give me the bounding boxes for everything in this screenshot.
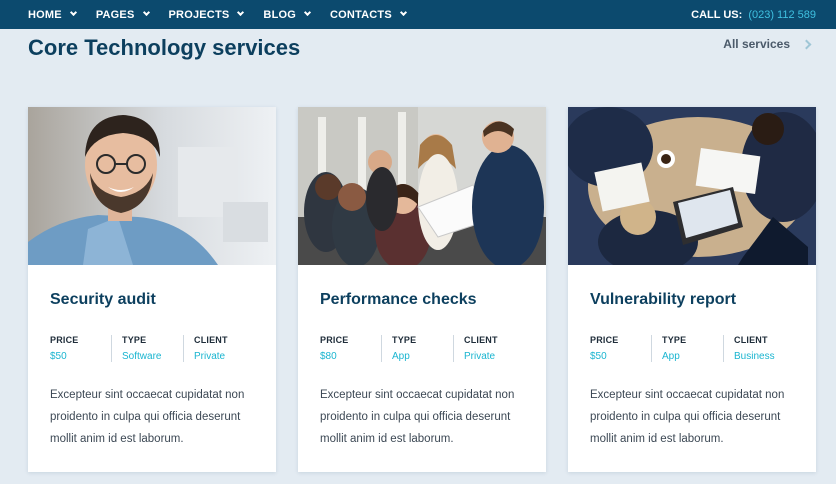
- nav-menu: HOME PAGES PROJECTS BLOG CONTACTS: [0, 0, 426, 29]
- type-value: App: [392, 351, 410, 362]
- type-value: Software: [122, 351, 162, 362]
- meta-price: PRICE $50: [590, 335, 651, 362]
- service-card-vulnerability-report: Vulnerability report PRICE $50 TYPE App …: [568, 107, 816, 472]
- nav-item-pages[interactable]: PAGES: [95, 8, 150, 21]
- type-label: TYPE: [122, 335, 147, 345]
- price-label: PRICE: [320, 335, 349, 345]
- price-value: $80: [320, 351, 337, 362]
- chevron-down-icon: [237, 8, 245, 17]
- price-label: PRICE: [50, 335, 79, 345]
- section-title: Core Technology services: [28, 35, 301, 60]
- meta-client: CLIENT Business: [723, 335, 785, 362]
- type-label: TYPE: [662, 335, 687, 345]
- call-us-label: CALL US:: [691, 8, 743, 21]
- meta-price: PRICE $50: [50, 335, 111, 362]
- service-card-performance-checks: Performance checks PRICE $80 TYPE App CL…: [298, 107, 546, 472]
- price-label: PRICE: [590, 335, 619, 345]
- client-value: Private: [194, 351, 226, 362]
- client-value: Private: [464, 351, 496, 362]
- card-title[interactable]: Performance checks: [320, 291, 477, 309]
- meta-client: CLIENT Private: [453, 335, 508, 362]
- nav-item-contacts[interactable]: CONTACTS: [330, 8, 407, 21]
- man-portrait-photo: [28, 107, 276, 265]
- card-description: Excepteur sint occaecat cupidatat non pr…: [590, 389, 785, 445]
- chevron-right-icon: [801, 39, 812, 49]
- card-title[interactable]: Security audit: [50, 291, 156, 309]
- all-services-label: All services: [723, 37, 790, 51]
- nav-item-label: PAGES: [95, 8, 135, 21]
- client-label: CLIENT: [194, 335, 228, 345]
- client-label: CLIENT: [464, 335, 498, 345]
- card-image-desk[interactable]: [568, 107, 816, 265]
- client-label: CLIENT: [734, 335, 768, 345]
- chevron-down-icon: [399, 8, 407, 17]
- meta-type: TYPE App: [381, 335, 453, 362]
- nav-item-label: BLOG: [263, 8, 296, 21]
- nav-item-projects[interactable]: PROJECTS: [168, 8, 245, 21]
- card-description: Excepteur sint occaecat cupidatat non pr…: [320, 389, 515, 445]
- nav-item-label: HOME: [28, 8, 62, 21]
- team-meeting-photo: [298, 107, 546, 265]
- price-value: $50: [590, 351, 607, 362]
- type-value: App: [662, 351, 680, 362]
- card-image-team[interactable]: [298, 107, 546, 265]
- service-card-security-audit: Security audit PRICE $50 TYPE Software C…: [28, 107, 276, 472]
- meta-type: TYPE Software: [111, 335, 183, 362]
- meta-type: TYPE App: [651, 335, 723, 362]
- nav-item-home[interactable]: HOME: [28, 8, 77, 21]
- chevron-down-icon: [142, 8, 150, 17]
- phone-number-link[interactable]: (023) 112 589: [748, 9, 816, 21]
- top-navigation-bar: HOME PAGES PROJECTS BLOG CONTACTS CALL U…: [0, 0, 836, 29]
- desk-meeting-photo: [568, 107, 816, 265]
- all-services-link[interactable]: All services: [723, 37, 812, 51]
- client-value: Business: [734, 351, 775, 362]
- meta-price: PRICE $80: [320, 335, 381, 362]
- nav-item-label: PROJECTS: [168, 8, 230, 21]
- meta-client: CLIENT Private: [183, 335, 238, 362]
- nav-item-label: CONTACTS: [330, 8, 392, 21]
- price-value: $50: [50, 351, 67, 362]
- card-title[interactable]: Vulnerability report: [590, 291, 736, 309]
- card-image-portrait[interactable]: [28, 107, 276, 265]
- chevron-down-icon: [69, 8, 77, 17]
- call-us: CALL US: (023) 112 589: [691, 0, 816, 29]
- type-label: TYPE: [392, 335, 417, 345]
- nav-item-blog[interactable]: BLOG: [263, 8, 312, 21]
- card-meta: PRICE $80 TYPE App CLIENT Private: [320, 335, 508, 362]
- card-description: Excepteur sint occaecat cupidatat non pr…: [50, 389, 245, 445]
- card-meta: PRICE $50 TYPE Software CLIENT Private: [50, 335, 238, 362]
- chevron-down-icon: [303, 8, 312, 17]
- card-meta: PRICE $50 TYPE App CLIENT Business: [590, 335, 785, 362]
